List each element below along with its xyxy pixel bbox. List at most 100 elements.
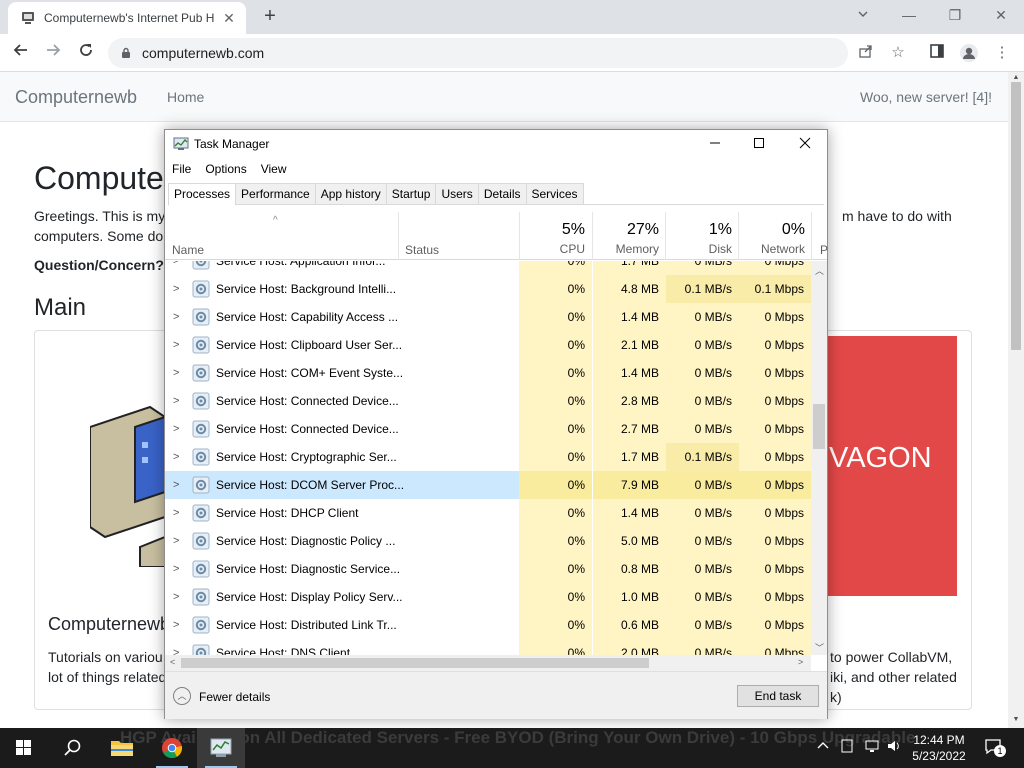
tab-title: Computernewb's Internet Pub Hub (44, 11, 214, 25)
expand-chevron-icon[interactable]: > (173, 275, 183, 303)
card-title: Computernewb (48, 614, 171, 634)
expand-chevron-icon[interactable]: > (173, 359, 183, 387)
close-window-button[interactable]: ✕ (989, 4, 1013, 28)
vscroll-thumb[interactable] (813, 404, 825, 449)
nav-home-link[interactable]: Home (167, 89, 204, 105)
expand-chevron-icon[interactable]: > (173, 611, 183, 639)
vscroll-down-arrow-icon[interactable]: ﹀ (815, 641, 824, 654)
share-icon[interactable] (856, 43, 876, 63)
scroll-up-arrow-icon[interactable]: ▲ (1011, 74, 1021, 82)
process-row[interactable]: > Service Host: Capability Access ... 0% 1.… (165, 303, 811, 331)
hscroll-left-arrow-icon[interactable]: < (170, 657, 175, 667)
expand-chevron-icon[interactable]: > (173, 527, 183, 555)
process-list-vscroll[interactable]: ︿ ﹀ (811, 261, 827, 655)
page-scrollbar[interactable]: ▲ ▼ (1008, 72, 1024, 728)
process-row[interactable]: > Service Host: Application Infor... 0% 1.7… (165, 261, 811, 275)
tm-close-button[interactable] (782, 130, 828, 158)
process-list-hscroll[interactable]: < > (165, 655, 811, 671)
end-task-button[interactable]: End task (737, 685, 819, 707)
vscroll-up-arrow-icon[interactable]: ︿ (815, 264, 824, 277)
collapse-up-icon[interactable]: ︿ (173, 687, 191, 705)
taskbar-task-manager[interactable] (197, 728, 245, 768)
reload-button[interactable] (73, 40, 99, 66)
clock-date: 5/23/2022 (912, 749, 966, 763)
menu-options[interactable]: Options (198, 160, 253, 180)
page-scroll-thumb[interactable] (1011, 82, 1021, 350)
forward-button[interactable] (40, 40, 66, 66)
tab-search-chevron-icon[interactable] (851, 4, 875, 28)
minimize-window-button[interactable]: — (897, 4, 921, 28)
expand-chevron-icon[interactable]: > (173, 499, 183, 527)
process-row[interactable]: > Service Host: Background Intelli... 0% 4.… (165, 275, 811, 303)
col-status[interactable]: Status (405, 243, 439, 257)
bookmark-star-icon[interactable]: ☆ (888, 43, 908, 63)
network-icon[interactable] (864, 739, 880, 757)
back-button[interactable] (8, 40, 34, 66)
side-panel-icon[interactable] (927, 43, 947, 63)
col-network[interactable]: 0% Network (738, 221, 805, 256)
col-power-partial[interactable]: P (820, 243, 828, 257)
taskbar-chrome[interactable] (148, 728, 196, 768)
expand-chevron-icon[interactable]: > (173, 443, 183, 471)
tm-maximize-button[interactable] (736, 130, 782, 158)
notification-center[interactable]: 1 (984, 738, 1006, 760)
tab-startup[interactable]: Startup (386, 183, 437, 205)
expand-chevron-icon[interactable]: > (173, 639, 183, 655)
address-bar[interactable]: computernewb.com ☆ (108, 38, 905, 68)
process-row[interactable]: > Service Host: Display Policy Serv... 0% 1… (165, 583, 811, 611)
menu-file[interactable]: File (165, 160, 198, 180)
process-row[interactable]: > Service Host: DNS Client 0% 2.0 MB 0 MB/s 0… (165, 639, 811, 655)
tab-details[interactable]: Details (478, 183, 527, 205)
process-row[interactable]: > Service Host: Connected Device... 0% 2.7 … (165, 415, 811, 443)
expand-chevron-icon[interactable]: > (173, 471, 183, 499)
fewer-details-link[interactable]: Fewer details (199, 690, 270, 704)
tray-tablet-icon[interactable] (840, 739, 854, 757)
process-row[interactable]: > Service Host: Cryptographic Ser... 0% 1.7… (165, 443, 811, 471)
volume-icon[interactable] (886, 739, 902, 757)
menu-view[interactable]: View (254, 160, 294, 180)
system-clock[interactable]: 12:44 PM 5/23/2022 (908, 732, 970, 764)
tab-processes[interactable]: Processes (168, 183, 237, 206)
expand-chevron-icon[interactable]: > (173, 415, 183, 443)
tab-performance[interactable]: Performance (236, 183, 316, 205)
process-row[interactable]: > Service Host: Clipboard User Ser... 0% 2.… (165, 331, 811, 359)
browser-tab[interactable]: Computernewb's Internet Pub Hub ✕ (8, 2, 246, 34)
expand-chevron-icon[interactable]: > (173, 303, 183, 331)
process-row[interactable]: > Service Host: Diagnostic Policy ... 0% 5.… (165, 527, 811, 555)
task-manager-titlebar[interactable]: Task Manager (165, 130, 827, 158)
process-row[interactable]: > Service Host: COM+ Event Syste... 0% 1.4 … (165, 359, 811, 387)
col-memory[interactable]: 27% Memory (592, 221, 659, 256)
tab-services[interactable]: Services (526, 183, 584, 205)
expand-chevron-icon[interactable]: > (173, 331, 183, 359)
process-row[interactable]: > Service Host: DCOM Server Proc... 0% 7.9 … (165, 471, 811, 499)
col-cpu[interactable]: 5% CPU (519, 221, 585, 256)
taskbar-file-explorer[interactable] (98, 728, 146, 768)
expand-chevron-icon[interactable]: > (173, 583, 183, 611)
tab-close-icon[interactable]: ✕ (220, 9, 238, 27)
process-row[interactable]: > Service Host: Connected Device... 0% 2.8 … (165, 387, 811, 415)
col-name[interactable]: Name (172, 243, 204, 257)
expand-chevron-icon[interactable]: > (173, 555, 183, 583)
new-tab-button[interactable]: + (258, 5, 282, 29)
tab-app-history[interactable]: App history (315, 183, 387, 205)
col-disk[interactable]: 1% Disk (665, 221, 732, 256)
nav-news-link[interactable]: Woo, new server! [4]! (860, 89, 992, 105)
search-button[interactable] (48, 728, 96, 768)
tm-minimize-button[interactable] (692, 130, 738, 158)
sort-caret-icon: ^ (273, 215, 278, 226)
process-row[interactable]: > Service Host: DHCP Client 0% 1.4 MB 0 MB/s… (165, 499, 811, 527)
process-row[interactable]: > Service Host: Diagnostic Service... 0% 0.… (165, 555, 811, 583)
restore-window-button[interactable]: ❐ (943, 4, 967, 28)
process-row[interactable]: > Service Host: Distributed Link Tr... 0% 0… (165, 611, 811, 639)
start-button[interactable] (0, 728, 48, 768)
hscroll-right-arrow-icon[interactable]: > (798, 657, 803, 667)
scroll-down-arrow-icon[interactable]: ▼ (1011, 716, 1021, 724)
expand-chevron-icon[interactable]: > (173, 261, 183, 275)
expand-chevron-icon[interactable]: > (173, 387, 183, 415)
hscroll-thumb[interactable] (181, 658, 649, 668)
tab-users[interactable]: Users (436, 183, 479, 205)
tray-overflow-chevron-icon[interactable] (816, 739, 830, 757)
site-brand[interactable]: Computernewb (15, 87, 137, 108)
browser-menu-icon[interactable]: ⋮ (992, 43, 1012, 63)
profile-avatar-icon[interactable] (959, 43, 979, 63)
